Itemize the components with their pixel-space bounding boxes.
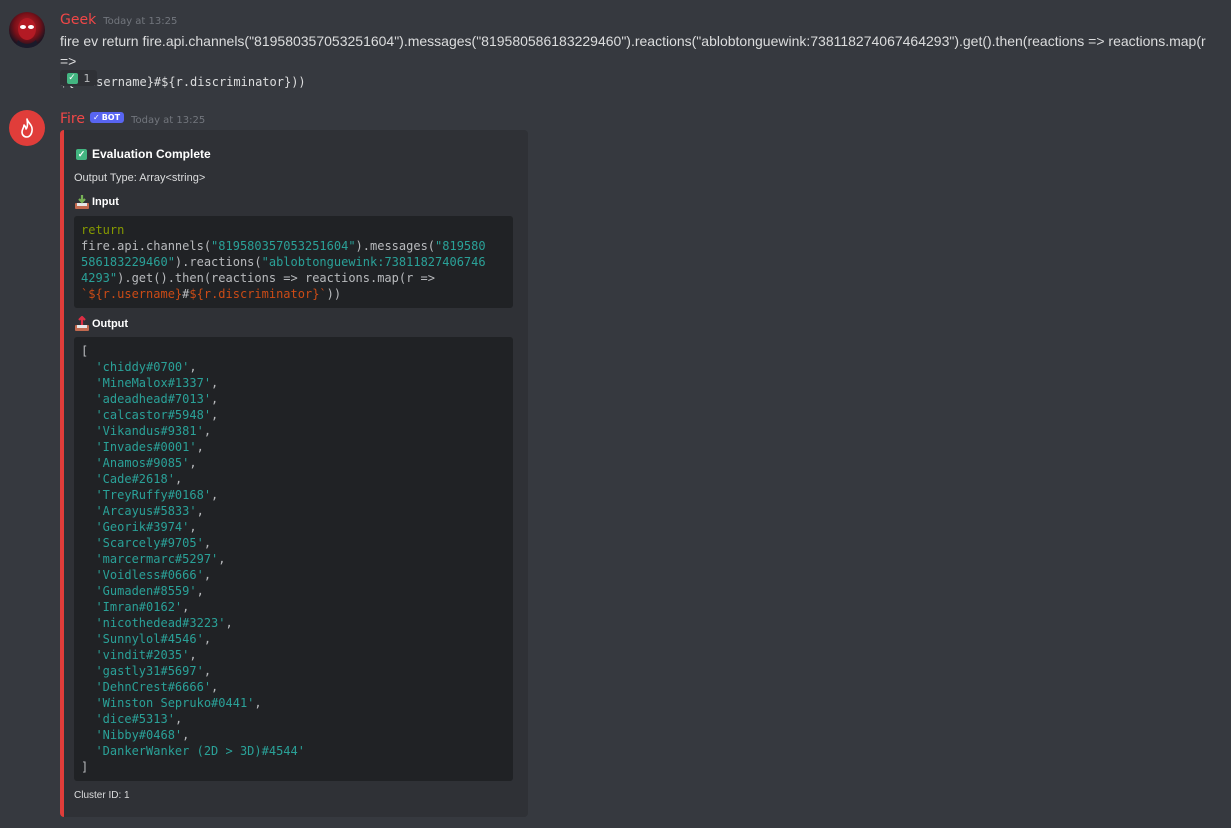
output-list-item: 'dice#5313', [95, 712, 183, 726]
message-content: fire ev return fire.api.channels("819580… [60, 31, 1220, 92]
outbox-tray-icon [75, 316, 89, 331]
output-list-item: 'Voidless#0666', [95, 568, 212, 582]
check-icon: ✓ [66, 72, 78, 84]
output-list-item: 'Invades#0001', [95, 440, 204, 454]
input-code-block: return fire.api.channels("81958035705325… [74, 216, 513, 308]
embed-description: Output Type: Array<string> [74, 172, 206, 184]
output-list-item: 'Vikandus#9381', [95, 424, 212, 438]
output-list-item: 'Scarcely#9705', [95, 536, 212, 550]
output-list-item: 'Nibby#0468', [95, 728, 190, 742]
output-list-item: 'Sunnylol#4546', [95, 632, 212, 646]
embed-footer: Cluster ID: 1 [74, 790, 130, 801]
flame-icon [21, 118, 33, 138]
output-list-item: 'chiddy#0700', [95, 360, 197, 374]
avatar-fire[interactable] [9, 110, 45, 146]
output-list-item: 'nicothedead#3223', [95, 616, 233, 630]
output-list-item: 'gastly31#5697', [95, 664, 212, 678]
timestamp: Today at 13:25 [103, 16, 178, 27]
message-header: Geek Today at 13:25 [60, 12, 177, 28]
avatar-geek[interactable] [9, 12, 45, 48]
message-header: Fire ✓ BOT Today at 13:25 [60, 111, 205, 127]
output-list-item: 'marcermarc#5297', [95, 552, 226, 566]
output-list-item: 'adeadhead#7013', [95, 392, 219, 406]
embed: ✓ Evaluation Complete Output Type: Array… [60, 130, 528, 817]
output-list-item: 'DehnCrest#6666', [95, 680, 219, 694]
message-text: fire ev return fire.api.channels("819580… [60, 33, 1206, 69]
output-list-item: 'Imran#0162', [95, 600, 190, 614]
output-list-item: 'Cade#2618', [95, 472, 183, 486]
output-list-item: 'Gumaden#8559', [95, 584, 204, 598]
reaction-count: 1 [83, 71, 91, 85]
output-list-item: 'DankerWanker (2D > 3D)#4544' [95, 744, 305, 758]
author-name[interactable]: Geek [60, 12, 96, 28]
timestamp: Today at 13:25 [131, 115, 206, 126]
output-list-item: 'Arcayus#5833', [95, 504, 204, 518]
output-list-item: 'MineMalox#1337', [95, 376, 219, 390]
output-list-item: 'calcastor#5948', [95, 408, 219, 422]
embed-title: ✓ Evaluation Complete [76, 147, 211, 161]
author-name[interactable]: Fire [60, 111, 85, 127]
check-icon: ✓ [76, 148, 87, 160]
inbox-tray-icon [75, 195, 89, 209]
message-tail: )) [291, 75, 306, 89]
output-list-item: 'vindit#2035', [95, 648, 197, 662]
output-list-item: 'Anamos#9085', [95, 456, 197, 470]
reaction-button[interactable]: ✓ 1 [60, 70, 97, 86]
output-list-item: 'Georik#3974', [95, 520, 197, 534]
field-input-name: Input [74, 194, 119, 210]
output-list-item: 'Winston Sepruko#0441', [95, 696, 262, 710]
bot-tag: ✓ BOT [90, 112, 125, 123]
output-list-item: 'TreyRuffy#0168', [95, 488, 219, 502]
output-code-block: [ 'chiddy#0700', 'MineMalox#1337', 'adea… [74, 337, 513, 781]
verified-check-icon: ✓ [93, 113, 100, 122]
field-output-name: Output [74, 316, 128, 332]
